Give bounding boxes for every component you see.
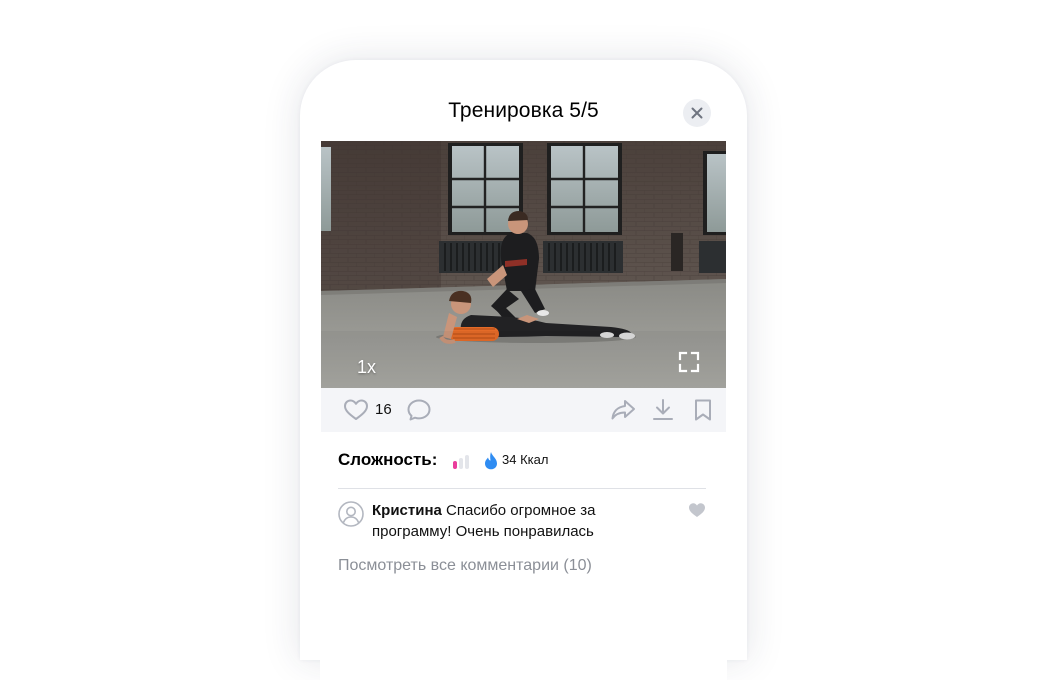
comment-bubble-icon[interactable] xyxy=(406,398,432,422)
action-bar: 16 xyxy=(321,388,726,432)
comment-text-block: Кристина Спасибо огромное за программу! … xyxy=(372,500,672,542)
bookmark-icon[interactable] xyxy=(692,398,714,422)
user-avatar-icon[interactable] xyxy=(338,501,364,527)
difficulty-label: Сложность: xyxy=(338,450,438,469)
difficulty-bar xyxy=(453,461,457,469)
phone-frame: Тренировка 5/5 1x 16 Сложность: 34 Ккал … xyxy=(300,60,747,680)
workout-screen: Тренировка 5/5 1x 16 Сложность: 34 Ккал … xyxy=(320,80,727,680)
close-button[interactable] xyxy=(683,99,711,127)
playback-speed-button[interactable]: 1x xyxy=(357,357,376,378)
difficulty-row: Сложность: 34 Ккал xyxy=(338,450,718,472)
fullscreen-icon[interactable] xyxy=(678,351,700,373)
difficulty-level-indicator xyxy=(453,455,469,469)
heart-outline-icon[interactable] xyxy=(343,398,369,422)
download-icon[interactable] xyxy=(650,398,676,422)
comment-author[interactable]: Кристина xyxy=(372,502,442,519)
share-arrow-icon[interactable] xyxy=(610,398,636,422)
flame-icon xyxy=(485,452,497,470)
divider xyxy=(338,488,706,489)
screen-header: Тренировка 5/5 xyxy=(320,80,727,141)
difficulty-bar xyxy=(459,458,463,469)
heart-filled-icon[interactable] xyxy=(688,502,706,518)
video-frame-image xyxy=(321,141,726,388)
calories-value: 34 Ккал xyxy=(502,452,549,467)
difficulty-bar xyxy=(465,455,469,469)
video-player[interactable]: 1x xyxy=(321,141,726,388)
page-title: Тренировка 5/5 xyxy=(448,99,599,122)
likes-count: 16 xyxy=(375,401,392,418)
view-all-comments-link[interactable]: Посмотреть все комментарии (10) xyxy=(338,557,592,575)
close-icon xyxy=(691,107,703,119)
